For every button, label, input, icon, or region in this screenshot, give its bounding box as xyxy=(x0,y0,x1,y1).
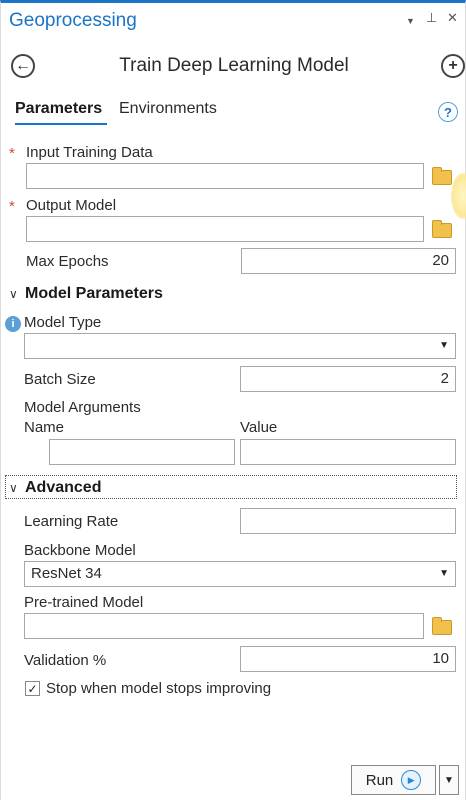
input-training-data-field[interactable] xyxy=(26,163,424,189)
arguments-value-header: Value xyxy=(240,419,278,436)
argument-value-field[interactable] xyxy=(240,439,456,465)
pane-title: Geoprocessing xyxy=(9,10,137,31)
run-options-dropdown[interactable]: ▼ xyxy=(439,765,459,795)
browse-folder-icon[interactable] xyxy=(432,220,452,238)
run-button[interactable]: Run ▶ xyxy=(351,765,436,795)
dropdown-caret-icon: ▼ xyxy=(439,340,449,351)
model-type-label: Model Type xyxy=(24,314,102,331)
browse-folder-icon[interactable] xyxy=(432,617,452,635)
learning-rate-field[interactable] xyxy=(240,508,456,534)
learning-rate-label: Learning Rate xyxy=(24,513,119,530)
checkmark-icon: ✓ xyxy=(27,681,38,696)
pin-icon[interactable]: ⊥ xyxy=(426,10,437,26)
pretrained-model-field[interactable] xyxy=(24,613,424,639)
input-training-data-label: Input Training Data xyxy=(26,144,153,161)
output-model-label: Output Model xyxy=(26,197,117,214)
required-marker: * xyxy=(9,198,15,215)
argument-name-field[interactable] xyxy=(49,439,235,465)
play-icon: ▶ xyxy=(401,770,422,790)
output-model-field[interactable] xyxy=(26,216,424,242)
collapse-chevron-icon[interactable]: ∨ xyxy=(9,481,18,495)
close-icon[interactable]: ✕ xyxy=(447,10,458,26)
arguments-name-header: Name xyxy=(24,419,65,436)
batch-size-label: Batch Size xyxy=(24,371,96,388)
pretrained-model-label: Pre-trained Model xyxy=(24,594,144,611)
tab-environments[interactable]: Environments xyxy=(119,100,217,118)
max-epochs-label: Max Epochs xyxy=(26,253,109,270)
validation-label: Validation % xyxy=(24,652,107,669)
model-arguments-label: Model Arguments xyxy=(24,399,141,416)
stop-when-improving-label[interactable]: Stop when model stops improving xyxy=(46,680,271,697)
tool-title: Train Deep Learning Model xyxy=(119,55,349,76)
model-type-dropdown[interactable]: ▼ xyxy=(24,333,456,359)
max-epochs-field[interactable]: 20 xyxy=(241,248,456,274)
model-parameters-header[interactable]: Model Parameters xyxy=(25,285,163,303)
active-tab-indicator xyxy=(15,123,107,125)
geoprocessing-pane: Geoprocessing ▼ ⊥ ✕ ← Train Deep Learnin… xyxy=(0,0,466,800)
highlight-glow xyxy=(451,173,466,219)
advanced-header: Advanced xyxy=(25,479,102,496)
validation-field[interactable]: 10 xyxy=(240,646,456,672)
batch-size-field[interactable]: 2 xyxy=(240,366,456,392)
tab-parameters[interactable]: Parameters xyxy=(15,100,102,118)
backbone-model-dropdown[interactable]: ResNet 34 ▼ xyxy=(24,561,456,587)
dropdown-caret-icon: ▼ xyxy=(444,774,454,786)
backbone-model-label: Backbone Model xyxy=(24,542,136,559)
pane-menu-icon[interactable]: ▼ xyxy=(406,16,415,26)
plus-icon: + xyxy=(448,57,458,74)
backbone-model-value: ResNet 34 xyxy=(31,565,102,582)
required-marker: * xyxy=(9,145,15,162)
info-icon[interactable]: i xyxy=(5,316,21,332)
run-label: Run xyxy=(365,771,394,789)
collapse-chevron-icon[interactable]: ∨ xyxy=(9,287,18,301)
add-button[interactable]: + xyxy=(441,54,465,78)
stop-when-improving-checkbox[interactable]: ✓ xyxy=(25,681,40,696)
browse-folder-icon[interactable] xyxy=(432,167,452,185)
dropdown-caret-icon: ▼ xyxy=(439,568,449,579)
help-icon[interactable]: ? xyxy=(438,102,458,122)
